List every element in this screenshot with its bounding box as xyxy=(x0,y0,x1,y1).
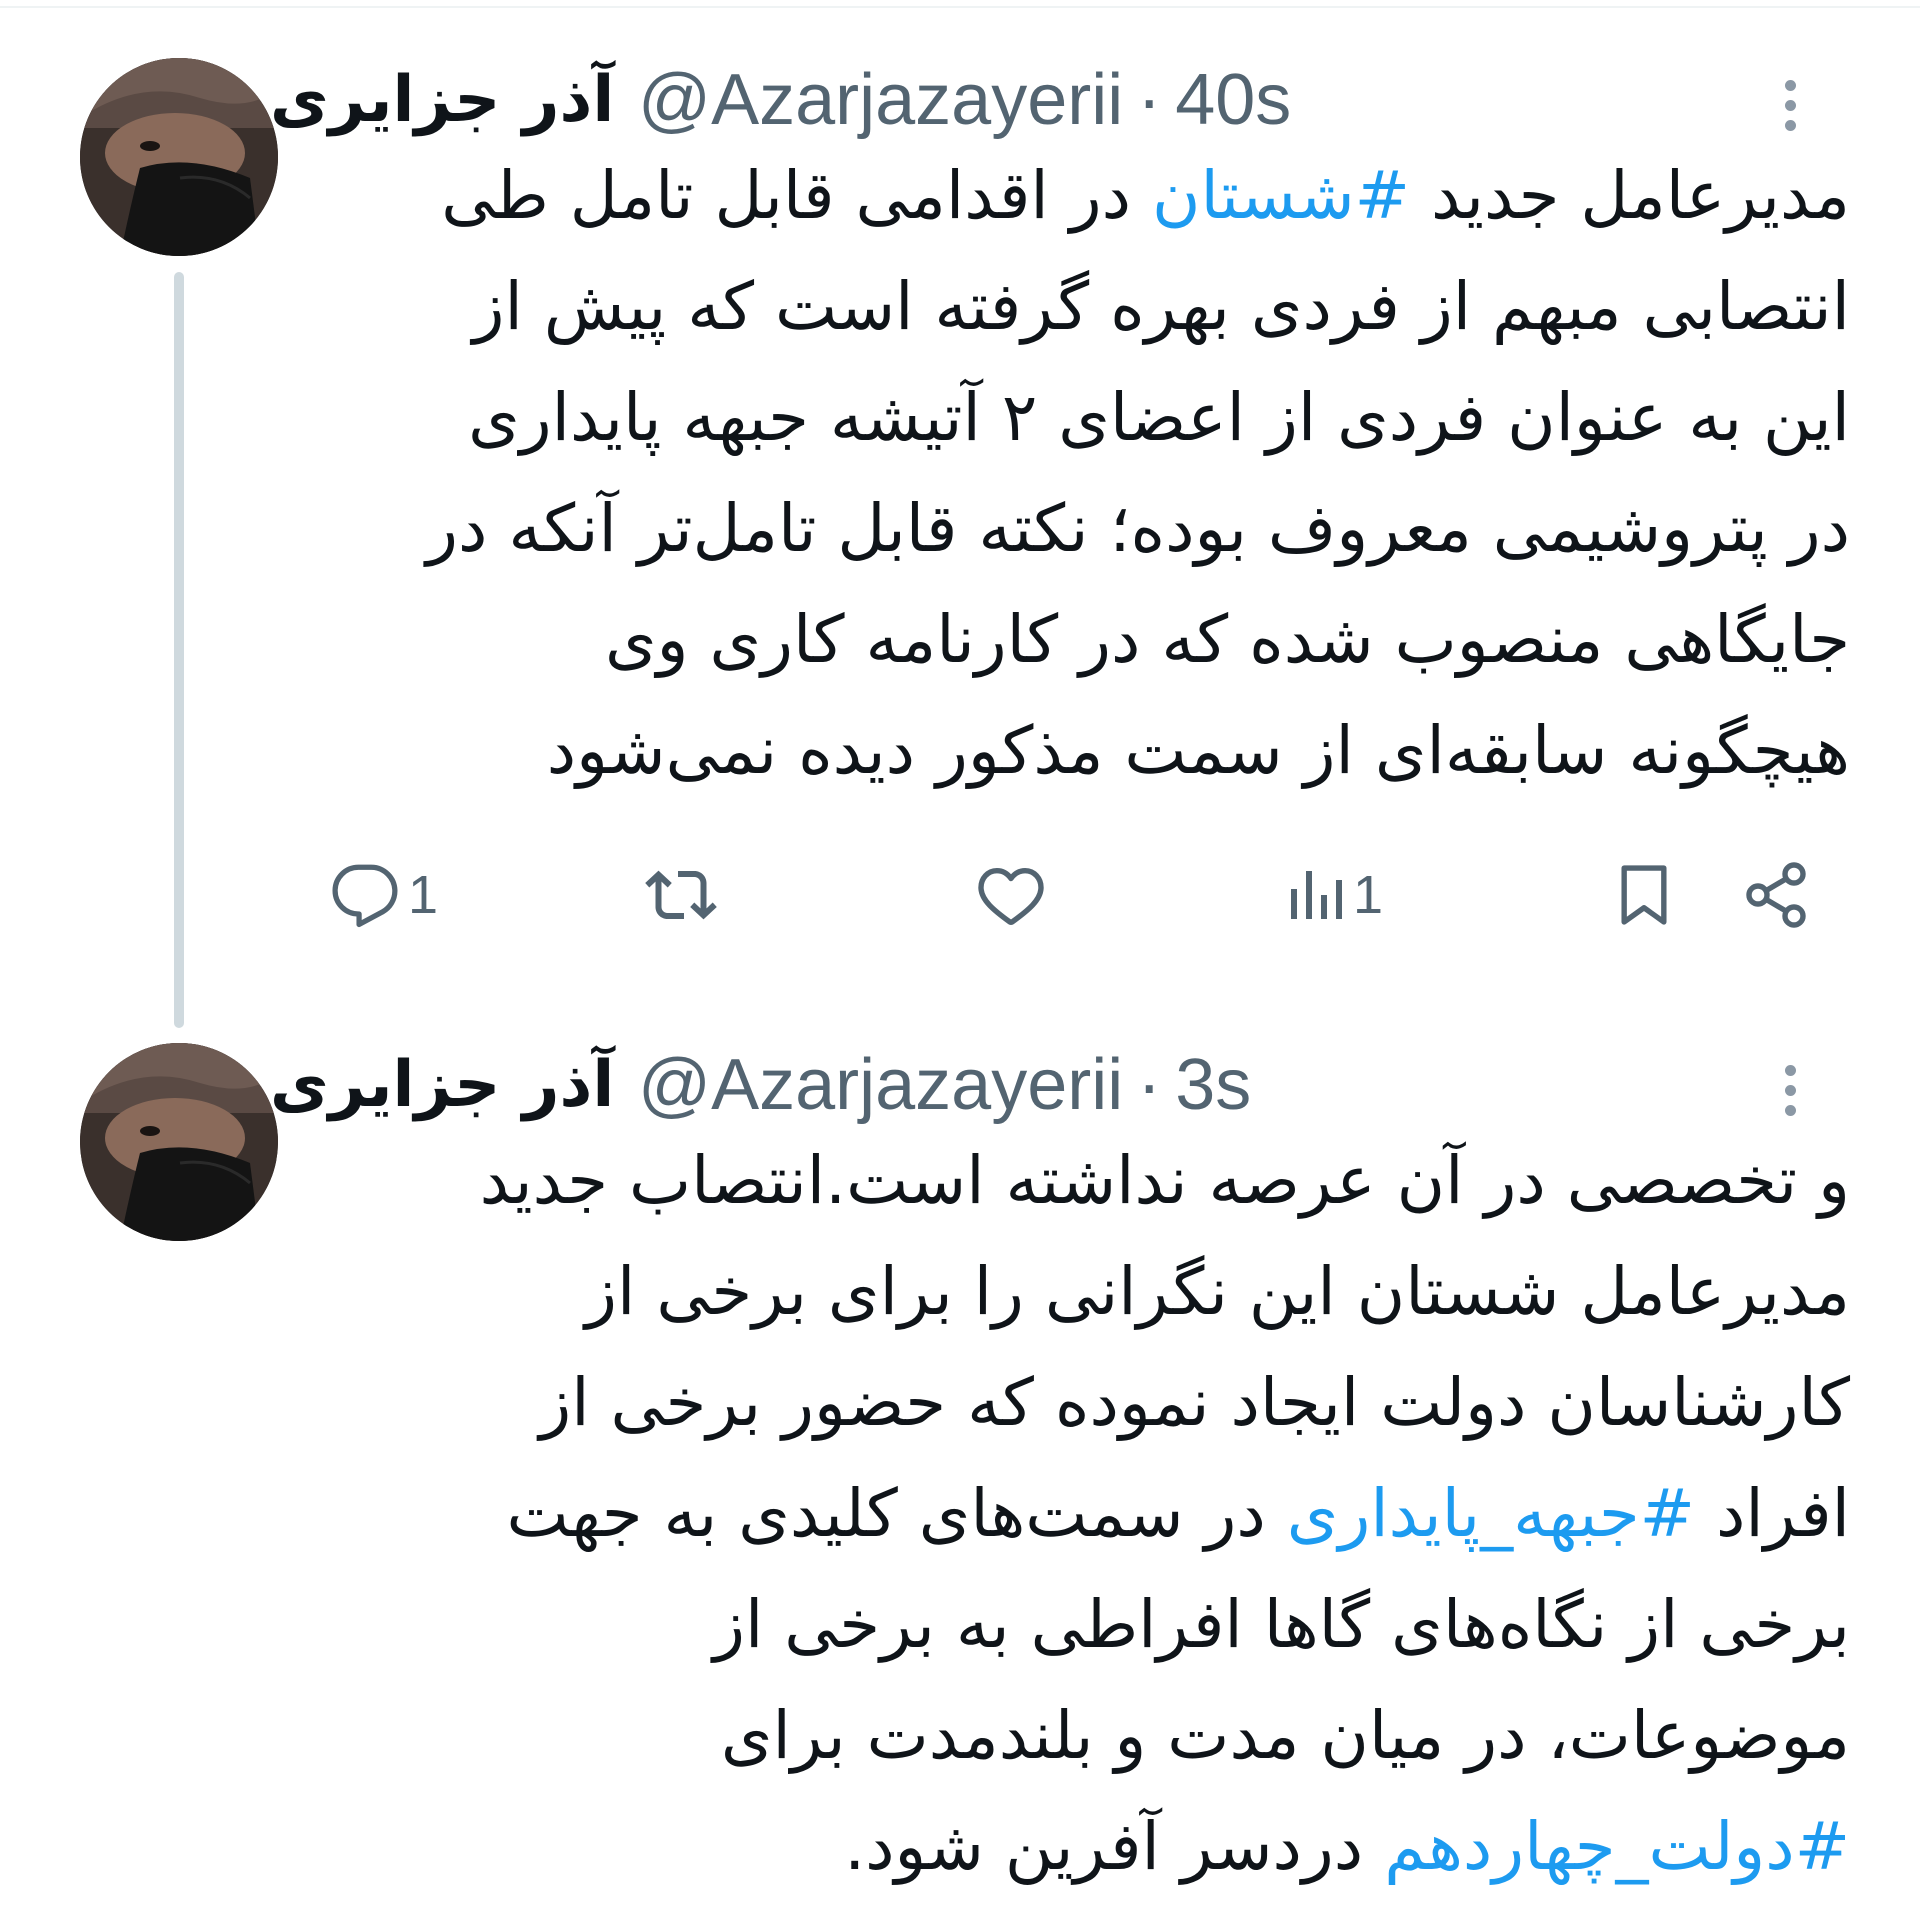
author-handle[interactable]: @Azarjazayerii xyxy=(638,1044,1123,1126)
tweet-text-segment: دردسر آفرین شود. xyxy=(844,1808,1385,1885)
share-button[interactable] xyxy=(1740,850,1812,940)
tweet-text-line: و تخصصی در آن عرصه نداشته است.انتصاب جدی… xyxy=(320,1125,1850,1236)
avatar-photo xyxy=(80,1043,278,1241)
separator-dot: · xyxy=(1137,60,1162,140)
separator-dot: · xyxy=(1137,1045,1162,1125)
author-display-name[interactable]: آذر جزایری xyxy=(270,1048,614,1122)
avatar[interactable] xyxy=(80,58,278,256)
retweet-icon xyxy=(645,870,717,920)
tweet-text-segment: و تخصصی در آن عرصه نداشته است.انتصاب جدی… xyxy=(479,1142,1850,1219)
thread-connector-line xyxy=(174,272,184,1028)
tweet-text-segment: در پتروشیمی معروف بوده؛ نکته قابل تامل‌ت… xyxy=(426,490,1850,567)
tweet-text-segment: کارشناسان دولت ایجاد نموده که حضور برخی … xyxy=(539,1364,1850,1441)
views-button[interactable]: 1 xyxy=(1285,850,1383,940)
tweet-action-bar: 1 1 xyxy=(320,850,1850,940)
tweet-text-segment: این به عنوان فردی از اعضای ۲ آتیشه جبهه … xyxy=(468,379,1850,456)
tweet-text-line: انتصابی مبهم از فردی بهره گرفته است که پ… xyxy=(320,251,1850,362)
tweet-text-segment: افراد xyxy=(1694,1475,1850,1552)
tweet-text-segment: انتصابی مبهم از فردی بهره گرفته است که پ… xyxy=(472,268,1850,345)
tweet-text-line: جایگاهی منصوب شده که در کارنامه کاری وی xyxy=(320,584,1850,695)
reply-count: 1 xyxy=(408,865,439,925)
avatar[interactable] xyxy=(80,1043,278,1241)
author-line: @Azarjazayerii · 3s xyxy=(638,1035,1251,1135)
like-button[interactable] xyxy=(975,850,1055,940)
hashtag-link[interactable]: #شستان xyxy=(1152,157,1410,234)
reply-button[interactable]: 1 xyxy=(330,850,438,940)
reply-bubble-icon xyxy=(332,864,398,928)
heart-icon xyxy=(978,868,1044,925)
tweet-text-segment: برخی از نگاه‌های گاها افراطی به برخی از xyxy=(713,1586,1850,1663)
views-bar-chart-icon xyxy=(1291,871,1342,919)
tweet-text-line: برخی از نگاه‌های گاها افراطی به برخی از xyxy=(320,1569,1850,1680)
retweet-button[interactable] xyxy=(645,850,725,940)
avatar-photo xyxy=(80,58,278,256)
author-name-wrap: آذر جزایری xyxy=(270,1035,614,1135)
tweet-text-segment: در سمت‌های کلیدی به جهت xyxy=(506,1475,1287,1552)
tweet-text-segment: مدیرعامل شستان این نگرانی را برای برخی ا… xyxy=(585,1253,1850,1330)
tweet-text-line: #دولت_چهاردهم دردسر آفرین شود. xyxy=(320,1791,1850,1902)
tweet-text-line: این به عنوان فردی از اعضای ۲ آتیشه جبهه … xyxy=(320,362,1850,473)
more-vertical-icon[interactable] xyxy=(1770,65,1810,145)
bookmark-icon xyxy=(1621,865,1667,925)
tweet-text-segment: موضوعات، در میان مدت و بلندمدت برای xyxy=(720,1697,1850,1774)
tweet-text-line: افراد #جبهه_پایداری در سمت‌های کلیدی به … xyxy=(320,1458,1850,1569)
tweet-text-segment: جایگاهی منصوب شده که در کارنامه کاری وی xyxy=(604,601,1850,678)
tweet-text: و تخصصی در آن عرصه نداشته است.انتصاب جدی… xyxy=(320,1125,1850,1902)
hashtag-link[interactable]: #دولت_چهاردهم xyxy=(1384,1808,1850,1885)
bookmark-button[interactable] xyxy=(1610,850,1678,940)
views-count: 1 xyxy=(1353,865,1384,925)
tweet-text-segment: در اقدامی قابل تامل طی xyxy=(441,157,1152,234)
tweet-text-line: هیچگونه سابقه‌ای از سمت مذکور دیده نمی‌ش… xyxy=(320,695,1850,806)
author-name-wrap: آذر جزایری xyxy=(270,50,614,150)
top-divider xyxy=(0,6,1920,8)
tweet-text-line: کارشناسان دولت ایجاد نموده که حضور برخی … xyxy=(320,1347,1850,1458)
share-icon xyxy=(1746,862,1806,928)
tweet-header: @Azarjazayerii · 3s آذر جزایری xyxy=(270,1035,1850,1135)
tweet-text-line: مدیرعامل شستان این نگرانی را برای برخی ا… xyxy=(320,1236,1850,1347)
tweet-header: @Azarjazayerii · 40s آذر جزایری xyxy=(270,50,1850,150)
tweet-text-line: در پتروشیمی معروف بوده؛ نکته قابل تامل‌ت… xyxy=(320,473,1850,584)
author-line: @Azarjazayerii · 40s xyxy=(638,50,1291,150)
author-display-name[interactable]: آذر جزایری xyxy=(270,63,614,137)
tweet-text-segment: مدیرعامل جدید xyxy=(1409,157,1850,234)
more-vertical-icon[interactable] xyxy=(1770,1050,1810,1130)
tweet-text-segment: هیچگونه سابقه‌ای از سمت مذکور دیده نمی‌ش… xyxy=(546,712,1850,789)
tweet-timestamp[interactable]: 40s xyxy=(1175,59,1291,141)
tweet-text: مدیرعامل جدید #شستان در اقدامی قابل تامل… xyxy=(320,140,1850,806)
hashtag-link[interactable]: #جبهه_پایداری xyxy=(1287,1475,1695,1552)
author-handle[interactable]: @Azarjazayerii xyxy=(638,59,1123,141)
tweet-text-line: موضوعات، در میان مدت و بلندمدت برای xyxy=(320,1680,1850,1791)
tweet-text-line: مدیرعامل جدید #شستان در اقدامی قابل تامل… xyxy=(320,140,1850,251)
tweet-timestamp[interactable]: 3s xyxy=(1175,1044,1251,1126)
